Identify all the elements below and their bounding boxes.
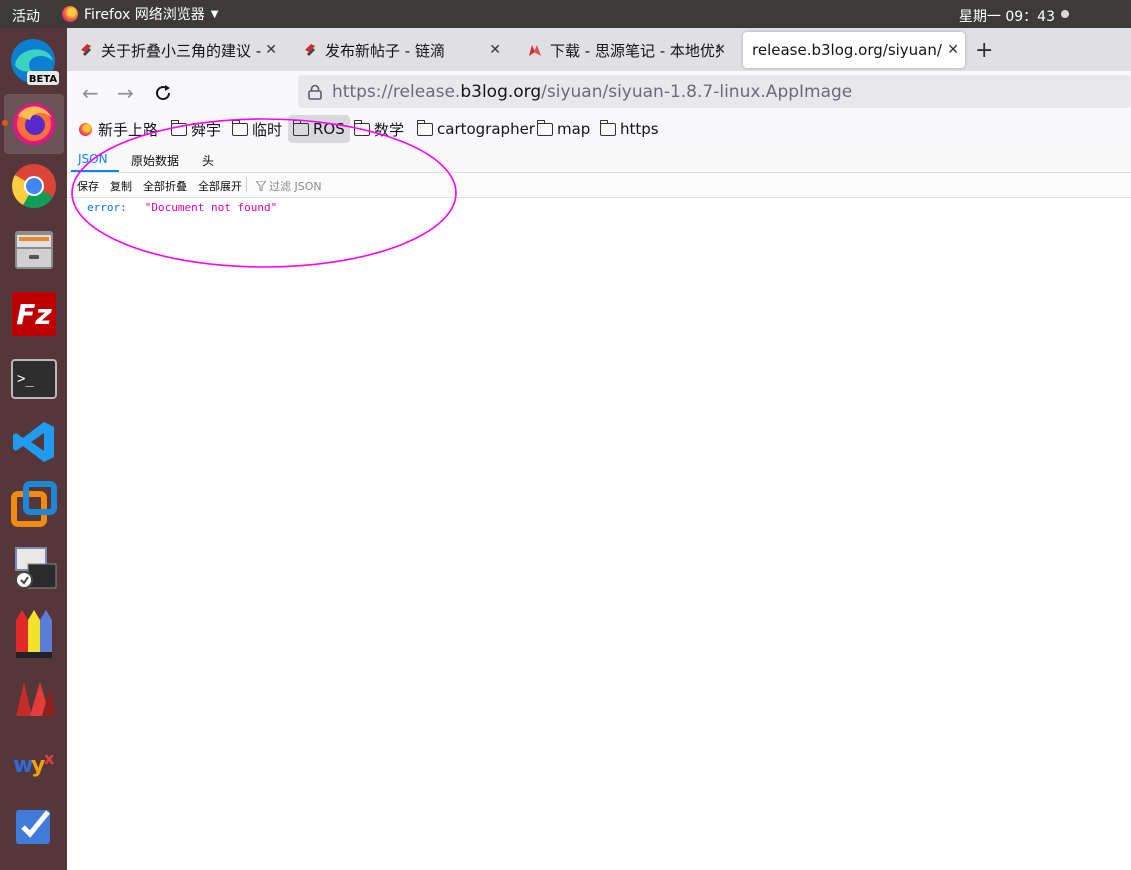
url-prefix: https://release.	[332, 81, 461, 102]
dock-red-app[interactable]	[4, 668, 64, 728]
red-app-icon	[16, 682, 56, 716]
close-tab-icon[interactable]: ✕	[265, 42, 277, 58]
activities-button[interactable]: 活动	[12, 6, 40, 26]
forward-arrow-icon[interactable]: →	[117, 81, 134, 105]
navigation-bar: ← → https://release. b3log.org/siyuan/siy…	[67, 71, 1131, 112]
dock-virtualbox[interactable]	[4, 474, 64, 534]
virtualbox-icon	[11, 481, 57, 527]
bookmark-label: map	[557, 120, 591, 138]
bookmark-folder-map[interactable]: map	[536, 115, 591, 143]
dock-vscode[interactable]	[4, 412, 64, 472]
beta-label: BETA	[29, 74, 57, 85]
pencils-icon	[16, 610, 52, 658]
back-arrow-icon[interactable]: ←	[82, 81, 99, 105]
svg-text:>_: >_	[17, 371, 34, 387]
url-path: /siyuan/siyuan-1.8.7-linux.AppImage	[541, 81, 853, 102]
reload-icon[interactable]	[154, 84, 172, 102]
dock-wps[interactable]: w y x	[4, 732, 64, 792]
lock-icon[interactable]	[308, 84, 322, 100]
tab-release-json[interactable]: release.b3log.org/siyuan/siy ✕	[743, 32, 965, 68]
wps-icon: w y x	[13, 749, 55, 778]
new-tab-button[interactable]: +	[975, 38, 993, 63]
dock-firefox[interactable]	[2, 94, 64, 154]
app-menu-label: Firefox 网络浏览器	[84, 7, 205, 23]
notification-dot-icon	[1061, 10, 1069, 18]
dock: BETA Fz >_ w y x	[0, 28, 67, 870]
close-tab-icon[interactable]: ✕	[714, 42, 726, 58]
url-bar[interactable]: https://release. b3log.org/siyuan/siyuan-…	[298, 75, 1131, 108]
tab-bar: 关于折叠小三角的建议 - 链 ✕ 发布新帖子 - 链滴 ✕ 下载 - 思源笔记 …	[67, 28, 1131, 71]
filezilla-icon: Fz	[12, 292, 56, 336]
liandi-favicon-icon	[81, 44, 91, 56]
tab-new-post[interactable]: 发布新帖子 - 链滴 ✕	[293, 32, 507, 68]
app-menu[interactable]: Firefox 网络浏览器 ▼	[62, 4, 219, 24]
close-tab-icon[interactable]: ✕	[947, 42, 959, 58]
vscode-icon	[13, 422, 54, 462]
dock-remote-desktop[interactable]	[4, 538, 64, 598]
siyuan-favicon-icon	[529, 45, 541, 56]
bookmark-label: https	[620, 120, 659, 138]
dock-todo[interactable]	[4, 796, 64, 856]
firefox-icon	[62, 6, 78, 22]
dock-files[interactable]	[4, 220, 64, 280]
tab-title: 发布新帖子 - 链滴	[325, 41, 445, 60]
terminal-icon: >_	[11, 359, 57, 399]
svg-text:Fz: Fz	[16, 298, 52, 331]
chrome-icon	[12, 164, 56, 208]
top-bar: 活动 Firefox 网络浏览器 ▼ 星期一 09：43	[0, 0, 1131, 28]
dock-edge-beta[interactable]: BETA	[4, 32, 64, 92]
dock-filezilla[interactable]: Fz	[4, 284, 64, 344]
tab-siyuan-download[interactable]: 下载 - 思源笔记 - 本地优先 ✕	[518, 32, 732, 68]
dock-pencils[interactable]	[4, 604, 64, 664]
firefox-icon	[13, 103, 55, 145]
bookmark-folder-https[interactable]: https	[599, 115, 659, 143]
clock[interactable]: 星期一 09：43	[959, 6, 1055, 26]
caret-down-icon: ▼	[210, 8, 219, 20]
tab-title: 下载 - 思源笔记 - 本地优先	[550, 41, 720, 60]
url-host: b3log.org	[460, 81, 542, 102]
tab-folding-suggestion[interactable]: 关于折叠小三角的建议 - 链 ✕	[69, 32, 283, 68]
annotation-ellipse	[71, 118, 457, 268]
dock-chrome[interactable]	[4, 156, 64, 216]
close-tab-icon[interactable]: ✕	[489, 42, 501, 58]
folder-icon	[599, 119, 616, 136]
dock-terminal[interactable]: >_	[4, 349, 64, 409]
liandi-favicon-icon	[305, 44, 315, 56]
edge-beta-icon: BETA	[11, 39, 59, 85]
tab-title: 关于折叠小三角的建议 - 链	[101, 41, 261, 60]
tab-title: release.b3log.org/siyuan/siy	[752, 41, 942, 59]
checkbox-todo-icon	[16, 810, 50, 844]
remote-desktop-icon	[15, 547, 57, 589]
file-cabinet-icon	[15, 231, 53, 269]
svg-text:x: x	[44, 749, 55, 768]
folder-icon	[536, 119, 553, 136]
